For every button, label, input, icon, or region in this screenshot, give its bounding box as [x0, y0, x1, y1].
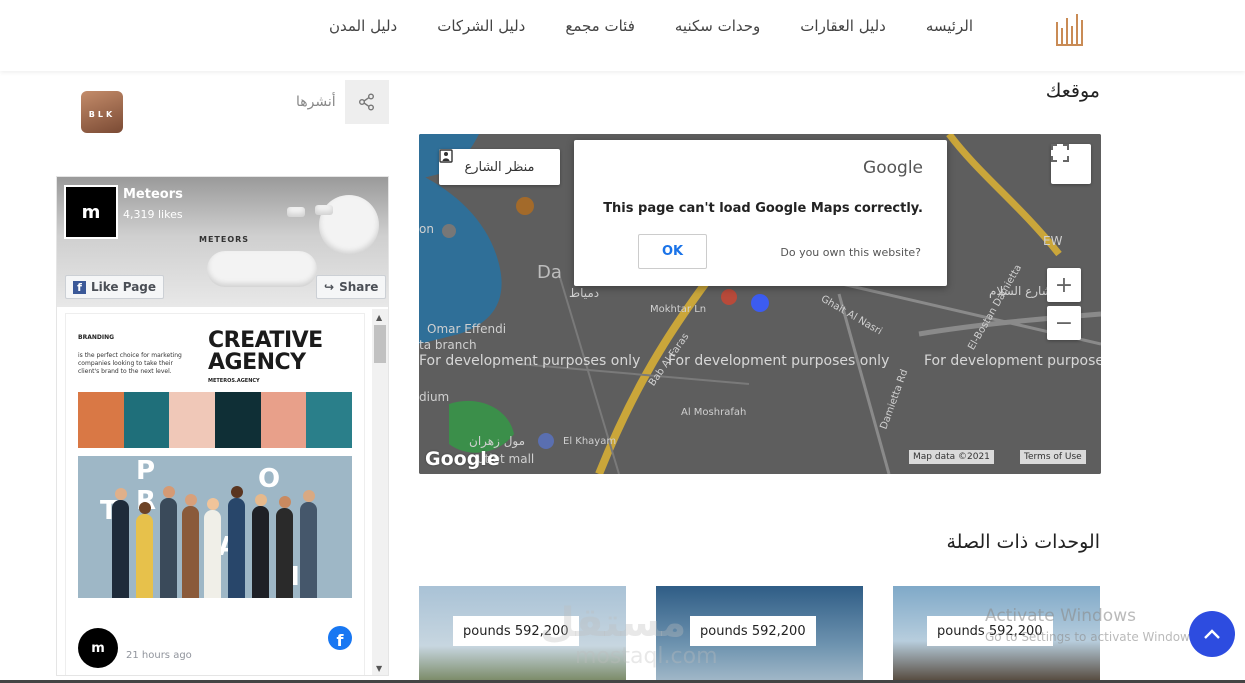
page: الرئيسه دليل العقارات وحدات سكنيه فئات م… [0, 0, 1245, 683]
scroll-up-icon[interactable]: ▲ [376, 313, 382, 322]
current-location-marker [751, 294, 769, 312]
zoom-in-button[interactable]: + [1047, 268, 1081, 302]
avatar[interactable]: BLK [81, 91, 123, 133]
activate-windows-subtitle: Go to Settings to activate Windows. [985, 630, 1200, 644]
map-label: El Khayam [563, 436, 617, 447]
share-arrow-icon: ↪ [324, 280, 335, 294]
unit-price: pounds 592,200 [690, 616, 816, 646]
nav-home[interactable]: الرئيسه [926, 17, 973, 35]
street-view-button[interactable]: منظر الشارع [439, 149, 560, 185]
share-button[interactable] [345, 80, 389, 124]
share-label: أنشرها [296, 94, 336, 110]
scroll-to-top-button[interactable] [1189, 611, 1235, 657]
dialog-google-logo: Google [863, 158, 923, 178]
map-label: Mokhtar Ln [650, 304, 707, 315]
zoom-out-button[interactable]: − [1047, 306, 1081, 340]
post-tagline: is the perfect choice for marketing comp… [78, 352, 182, 375]
cover-brand-text: METEORS [199, 235, 250, 244]
related-units-title: الوحدات ذات الصلة [946, 531, 1101, 553]
site-logo-icon[interactable] [1054, 10, 1086, 50]
dialog-own-website-link[interactable]: Do you own this website? [780, 246, 921, 259]
map-terms-link[interactable]: Terms of Use [1020, 450, 1086, 464]
facebook-page-logo[interactable]: m [64, 185, 118, 239]
nav-real-estate-guide[interactable]: دليل العقارات [800, 17, 886, 35]
facebook-logo-icon: f [73, 280, 86, 294]
map-label: EW [1043, 234, 1063, 248]
like-page-label: Like Page [91, 280, 157, 294]
facebook-cover[interactable]: m Meteors 4,319 likes METEORS f Like Pag… [57, 177, 388, 307]
map-dev-overlay: For development purposes only [419, 353, 641, 369]
facebook-like-page-button[interactable]: f Like Page [65, 275, 165, 299]
share-label-fb: Share [339, 280, 379, 294]
map-dev-overlay: For development purposes only [924, 353, 1101, 369]
scrollbar-thumb[interactable] [374, 325, 386, 363]
street-view-icon [439, 149, 453, 163]
fullscreen-button[interactable] [1051, 144, 1091, 184]
scroll-down-icon[interactable]: ▼ [376, 664, 382, 673]
post-branding: BRANDING [78, 334, 115, 341]
map-label: Al Moshrafah [681, 407, 747, 418]
map-label: dium [419, 390, 450, 404]
post-pattern-strip [78, 392, 353, 448]
maps-error-dialog: Google This page can't load Google Maps … [574, 140, 947, 286]
map-dev-overlay: For development purposes only [668, 353, 890, 369]
watermark-logo: مستقل [540, 600, 687, 646]
facebook-share-button[interactable]: ↪ Share [316, 275, 387, 299]
map-label: Omar Effendi [427, 322, 507, 336]
nav-cities-guide[interactable]: دليل المدن [329, 17, 397, 35]
main-nav: الرئيسه دليل العقارات وحدات سكنيه فئات م… [329, 17, 973, 35]
map-label: دمياط [569, 286, 600, 300]
fullscreen-icon [1051, 144, 1069, 162]
facebook-widget-scrollbar[interactable]: ▲ ▼ [372, 309, 388, 675]
post-time[interactable]: 21 hours ago [126, 650, 192, 661]
street-view-label: منظر الشارع [464, 159, 535, 175]
map-label: شارع السلام [989, 284, 1052, 298]
location-title: موقعك [1045, 80, 1100, 102]
facebook-post[interactable]: BRANDING is the perfect choice for marke… [65, 313, 365, 675]
nav-compound-categories[interactable]: فئات مجمع [565, 17, 635, 35]
post-author-logo[interactable]: m [78, 628, 118, 668]
facebook-page-name[interactable]: Meteors [123, 187, 183, 202]
facebook-likes-count: 4,319 likes [123, 208, 183, 221]
facebook-circle-icon[interactable]: f [328, 626, 352, 650]
map-data-attribution[interactable]: Map data ©2021 [909, 450, 994, 464]
chevron-up-icon [1204, 629, 1220, 639]
share-icon [359, 93, 374, 111]
dialog-ok-button[interactable]: OK [638, 234, 707, 269]
dialog-message: This page can't load Google Maps correct… [603, 201, 923, 216]
map-label: on [419, 222, 434, 236]
map-label: ta branch [419, 338, 477, 352]
watermark-url: mostaql.com [575, 644, 718, 669]
post-team-illustration: P R O T E A M [78, 456, 352, 598]
post-headline: CREATIVE AGENCY [208, 328, 323, 375]
nav-residential-units[interactable]: وحدات سكنيه [675, 17, 760, 35]
google-map-logo[interactable]: Google [425, 448, 500, 470]
activate-windows-title: Activate Windows [985, 606, 1136, 626]
top-navbar: الرئيسه دليل العقارات وحدات سكنيه فئات م… [0, 0, 1245, 71]
map-label: مول زهران [469, 434, 526, 448]
post-agency-small: METEROS.AGENCY [208, 378, 260, 384]
team-letter: O [258, 464, 281, 494]
facebook-page-widget: m Meteors 4,319 likes METEORS f Like Pag… [56, 176, 389, 676]
nav-companies-guide[interactable]: دليل الشركات [437, 17, 525, 35]
avatar-text: BLK [88, 110, 116, 119]
team-letter: P [136, 456, 156, 486]
map-label: Da [537, 262, 562, 283]
